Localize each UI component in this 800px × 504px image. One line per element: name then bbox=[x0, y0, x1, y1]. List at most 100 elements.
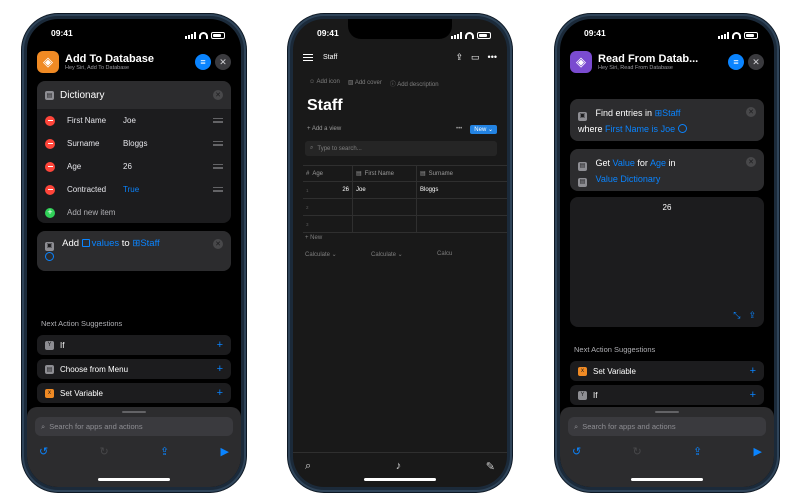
dict-key[interactable]: Contracted bbox=[67, 185, 123, 194]
add-icon[interactable]: + bbox=[217, 387, 223, 399]
play-icon[interactable]: ▶ bbox=[754, 445, 762, 458]
dictionary-action-header[interactable]: ▤ Dictionary ✕ bbox=[37, 81, 231, 109]
table-row[interactable]: 1 26 Joe Bloggs bbox=[303, 182, 507, 199]
cell-age[interactable]: 26 bbox=[342, 187, 349, 193]
menu-icon[interactable] bbox=[303, 53, 313, 61]
add-icon[interactable]: + bbox=[750, 365, 756, 377]
remove-action-icon[interactable]: ✕ bbox=[746, 107, 756, 117]
dict-row[interactable]: First Name Joe bbox=[37, 109, 231, 132]
close-icon[interactable]: ✕ bbox=[748, 54, 764, 70]
dict-value[interactable]: Joe bbox=[123, 116, 136, 125]
more-icon[interactable]: ••• bbox=[456, 126, 462, 132]
dict-row[interactable]: Contracted True bbox=[37, 178, 231, 201]
reorder-handle-icon[interactable] bbox=[213, 187, 223, 192]
share-icon[interactable]: ⇪ bbox=[693, 445, 702, 458]
comment-icon[interactable]: ▭ bbox=[471, 52, 480, 63]
add-icon[interactable]: + bbox=[217, 339, 223, 351]
reorder-handle-icon[interactable] bbox=[213, 141, 223, 146]
settings-icon[interactable]: ≡ bbox=[195, 54, 211, 70]
action-search-input[interactable]: ⌕ Search for apps and actions bbox=[35, 417, 233, 436]
expand-chevron-icon[interactable] bbox=[45, 252, 54, 261]
share-icon[interactable]: ⇪ bbox=[748, 310, 756, 321]
remove-action-icon[interactable]: ✕ bbox=[213, 90, 223, 100]
add-icon[interactable]: + bbox=[750, 389, 756, 401]
dict-row[interactable]: Surname Bloggs bbox=[37, 132, 231, 155]
add-view-button[interactable]: + Add a view bbox=[307, 126, 341, 132]
table-row[interactable]: 2 bbox=[303, 199, 507, 216]
new-button[interactable]: New ⌄ bbox=[470, 124, 497, 134]
staff-db-token[interactable]: ⊞Staff bbox=[132, 238, 159, 249]
suggestion-if[interactable]: Y If + bbox=[570, 385, 764, 405]
more-icon[interactable]: ••• bbox=[488, 52, 497, 63]
dict-key[interactable]: Surname bbox=[67, 139, 123, 148]
calculate-first-name[interactable]: Calculate ⌄ bbox=[371, 251, 437, 258]
dict-key[interactable]: Age bbox=[67, 162, 123, 171]
add-icon[interactable]: + bbox=[217, 363, 223, 375]
redo-icon[interactable]: ↻ bbox=[100, 445, 109, 458]
filter-value-token[interactable]: Joe bbox=[661, 124, 676, 134]
calculate-surname[interactable]: Calcu bbox=[437, 251, 503, 258]
shortcut-icon[interactable]: ◈ bbox=[37, 51, 59, 73]
undo-icon[interactable]: ↺ bbox=[572, 445, 581, 458]
sheet-handle[interactable] bbox=[122, 411, 146, 413]
cell-first-name[interactable]: Joe bbox=[356, 187, 366, 193]
play-icon[interactable]: ▶ bbox=[221, 445, 229, 458]
value-token[interactable]: Value bbox=[613, 158, 635, 168]
delete-row-icon[interactable] bbox=[45, 115, 55, 126]
search-icon[interactable]: ⌕ bbox=[305, 460, 311, 473]
remove-action-icon[interactable]: ✕ bbox=[746, 157, 756, 167]
expand-chevron-icon[interactable] bbox=[677, 124, 687, 133]
cell-surname[interactable]: Bloggs bbox=[420, 187, 438, 193]
suggestion-set-variable[interactable]: x Set Variable + bbox=[570, 361, 764, 381]
add-cover-button[interactable]: ▨ Add cover bbox=[348, 79, 382, 88]
filter-operator-token[interactable]: is bbox=[652, 124, 659, 134]
add-to-database-action[interactable]: ▣ Add values to ⊞Staff ✕ bbox=[37, 231, 231, 271]
delete-row-icon[interactable] bbox=[45, 161, 55, 172]
suggestion-choose-from-menu[interactable]: ▤ Choose from Menu + bbox=[37, 359, 231, 379]
breadcrumb[interactable]: Staff bbox=[323, 54, 337, 61]
add-icon-button[interactable]: ☺ Add icon bbox=[309, 79, 340, 88]
column-header-surname[interactable]: ▤ Surname bbox=[417, 166, 507, 181]
undo-icon[interactable]: ↺ bbox=[39, 445, 48, 458]
reorder-handle-icon[interactable] bbox=[213, 164, 223, 169]
source-token[interactable]: Value Dictionary bbox=[596, 174, 661, 184]
dict-value[interactable]: True bbox=[123, 185, 139, 194]
column-header-age[interactable]: # Age bbox=[303, 166, 353, 181]
table-search-input[interactable]: ⌕ Type to search... bbox=[305, 141, 497, 156]
compose-icon[interactable]: ✎ bbox=[486, 460, 495, 473]
share-icon[interactable]: ⇪ bbox=[455, 52, 463, 63]
redo-icon[interactable]: ↻ bbox=[633, 445, 642, 458]
action-search-input[interactable]: ⌕ Search for apps and actions bbox=[568, 417, 766, 436]
suggestion-set-variable[interactable]: x Set Variable + bbox=[37, 383, 231, 403]
dict-value[interactable]: 26 bbox=[123, 162, 132, 171]
add-description-button[interactable]: ⓘ Add description bbox=[390, 79, 439, 88]
share-icon[interactable]: ⇪ bbox=[160, 445, 169, 458]
settings-icon[interactable]: ≡ bbox=[728, 54, 744, 70]
expand-icon[interactable]: ⤡ bbox=[733, 310, 740, 321]
dict-row[interactable]: Age 26 bbox=[37, 155, 231, 178]
key-token[interactable]: Age bbox=[650, 158, 666, 168]
dict-value[interactable]: Bloggs bbox=[123, 139, 147, 148]
new-row-button[interactable]: + New bbox=[305, 235, 322, 241]
suggestion-if[interactable]: Y If + bbox=[37, 335, 231, 355]
find-entries-action[interactable]: ▣ Find entries in ⊞Staff where First Nam… bbox=[570, 99, 764, 141]
add-new-item[interactable]: + Add new item bbox=[37, 201, 231, 224]
shortcut-title[interactable]: Add To Database bbox=[65, 53, 191, 65]
shortcut-icon[interactable]: ◈ bbox=[570, 51, 592, 73]
get-value-action[interactable]: ▤ Get Value for Age in ▤ Value Dictionar… bbox=[570, 149, 764, 191]
sheet-handle[interactable] bbox=[655, 411, 679, 413]
table-row[interactable]: 3 bbox=[303, 216, 507, 233]
values-token[interactable]: values bbox=[81, 238, 119, 249]
bell-icon[interactable]: ♪ bbox=[396, 460, 402, 473]
close-icon[interactable]: ✕ bbox=[215, 54, 231, 70]
column-header-first-name[interactable]: ▤ First Name bbox=[353, 166, 417, 181]
shortcut-title[interactable]: Read From Datab... bbox=[598, 53, 724, 65]
calculate-age[interactable]: Calculate ⌄ bbox=[305, 251, 371, 258]
staff-db-token[interactable]: ⊞Staff bbox=[655, 108, 681, 118]
delete-row-icon[interactable] bbox=[45, 184, 55, 195]
remove-action-icon[interactable]: ✕ bbox=[213, 239, 223, 249]
reorder-handle-icon[interactable] bbox=[213, 118, 223, 123]
page-title[interactable]: Staff bbox=[307, 97, 343, 115]
delete-row-icon[interactable] bbox=[45, 138, 55, 149]
add-icon[interactable]: + bbox=[45, 207, 55, 218]
